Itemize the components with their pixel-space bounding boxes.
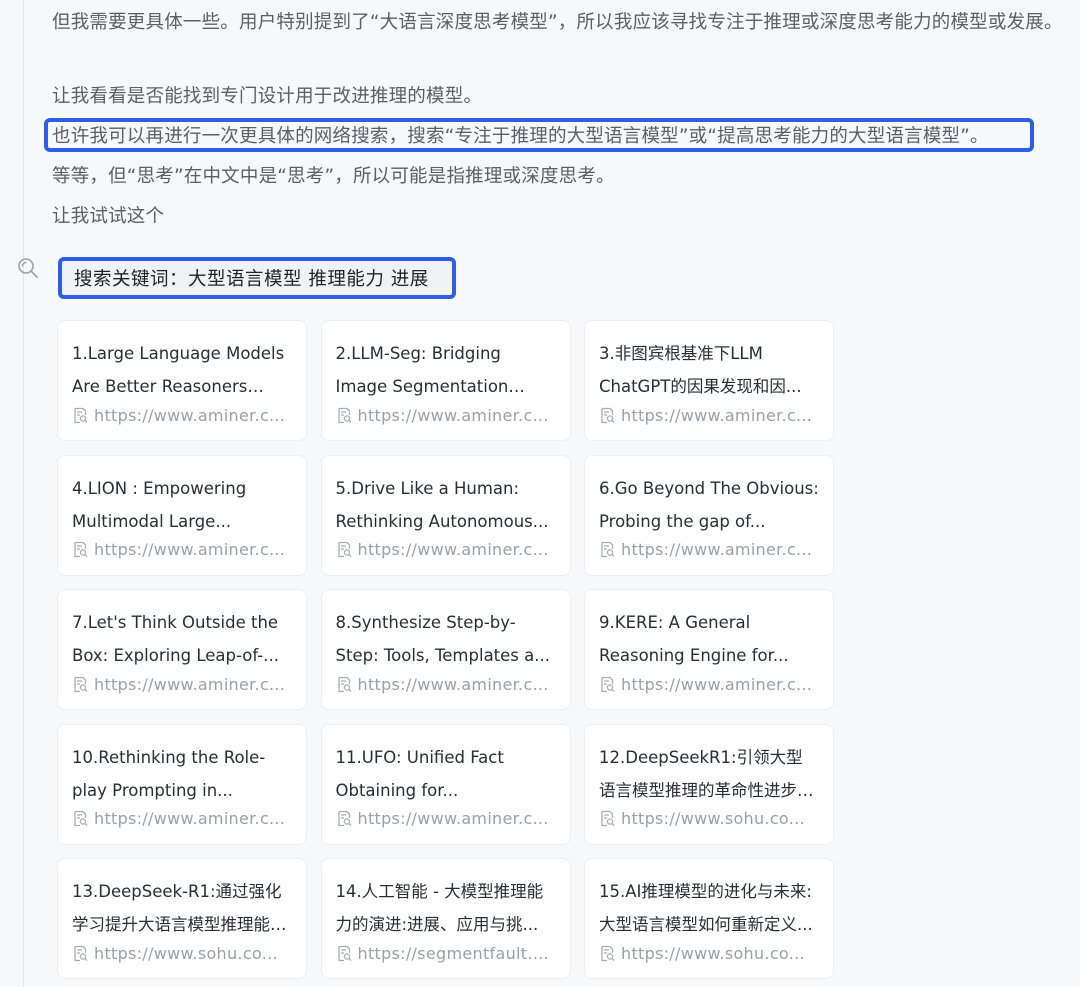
result-url[interactable]: https://www.aminer.c... xyxy=(358,406,549,425)
search-result-card[interactable]: 4.LION : Empowering Multimodal Large... h… xyxy=(57,454,307,576)
search-result-card[interactable]: 9.KERE: A General Reasoning Engine for..… xyxy=(584,589,834,710)
result-title: 12.DeepSeekR1:引领大型语言模型推理的革命性进步_... xyxy=(599,747,803,800)
result-source: https://www.aminer.c... xyxy=(599,403,819,427)
result-title: 4.LION : Empowering Multimodal Large... xyxy=(72,478,247,531)
result-url[interactable]: https://www.aminer.c... xyxy=(621,675,812,694)
document-search-icon xyxy=(601,676,615,692)
thread-divider-line xyxy=(23,0,24,987)
result-url[interactable]: https://www.aminer.c... xyxy=(94,809,285,828)
result-title: 10.Rethinking the Role-play Prompting in… xyxy=(72,747,266,800)
result-title: 5.Drive Like a Human: Rethinking Autonom… xyxy=(335,478,549,531)
document-search-icon xyxy=(74,810,88,827)
reasoning-paragraph: 但我需要更具体一些。用户特别提到了“大语言深度思考模型”，所以我应该寻找专注于推… xyxy=(52,12,1063,33)
result-url[interactable]: https://segmentfault.c... xyxy=(358,944,556,963)
search-result-card[interactable]: 5.Drive Like a Human: Rethinking Autonom… xyxy=(320,454,571,576)
result-source: https://www.aminer.c... xyxy=(72,807,292,831)
search-result-card[interactable]: 14.人工智能 - 大模型推理能力的演进:进展、应用与挑... https://s… xyxy=(320,858,571,979)
result-source: https://www.aminer.c... xyxy=(336,538,556,562)
search-result-card[interactable]: 10.Rethinking the Role-play Prompting in… xyxy=(57,723,307,845)
search-result-card[interactable]: 7.Let's Think Outside the Box: Exploring… xyxy=(57,589,307,710)
result-source: https://segmentfault.c... xyxy=(336,941,556,965)
result-source: https://www.aminer.c... xyxy=(72,538,292,562)
reasoning-paragraph-highlighted: 也许我可以再进行一次更具体的网络搜索，搜索“专注于推理的大型语言模型”或“提高思… xyxy=(52,126,989,147)
document-search-icon xyxy=(601,541,615,558)
search-icon xyxy=(18,258,38,278)
result-title: 15.AI推理模型的进化与未来:大型语言模型如何重新定义... xyxy=(599,882,813,934)
document-search-icon xyxy=(601,810,615,827)
document-search-icon xyxy=(337,676,351,692)
result-source: https://www.aminer.c... xyxy=(336,672,556,696)
result-title: 2.LLM-Seg: Bridging Image Segmentation a… xyxy=(335,344,509,396)
result-url[interactable]: https://www.aminer.c... xyxy=(358,675,549,694)
search-result-card[interactable]: 1.Large Language Models Are Better Reaso… xyxy=(57,320,307,441)
result-source: https://www.sohu.co... xyxy=(599,941,819,965)
result-title: 14.人工智能 - 大模型推理能力的演进:进展、应用与挑... xyxy=(335,882,544,934)
search-result-card[interactable]: 13.DeepSeek-R1:通过强化学习提升大语言模型推理能力... https… xyxy=(57,858,307,979)
search-result-card[interactable]: 11.UFO: Unified Fact Obtaining for... htt… xyxy=(320,723,571,845)
document-search-icon xyxy=(601,407,615,423)
search-result-card[interactable]: 15.AI推理模型的进化与未来:大型语言模型如何重新定义... https://w… xyxy=(584,858,834,979)
search-query-text: 搜索关键词：大型语言模型 推理能力 进展 xyxy=(74,269,429,290)
search-result-card[interactable]: 6.Go Beyond The Obvious: Probing the gap… xyxy=(584,454,834,576)
document-search-icon xyxy=(74,945,88,961)
document-search-icon xyxy=(337,407,351,423)
reasoning-paragraph: 让我试试这个 xyxy=(52,206,165,227)
result-title: 1.Large Language Models Are Better Reaso… xyxy=(72,344,285,396)
search-results-grid: 1.Large Language Models Are Better Reaso… xyxy=(57,320,834,979)
result-source: https://www.sohu.co... xyxy=(72,941,292,965)
search-query-box[interactable]: 搜索关键词：大型语言模型 推理能力 进展 xyxy=(58,257,456,299)
result-title: 11.UFO: Unified Fact Obtaining for... xyxy=(335,747,504,800)
document-search-icon xyxy=(337,810,351,827)
result-source: https://www.sohu.co... xyxy=(599,807,819,831)
result-url[interactable]: https://www.sohu.co... xyxy=(94,944,278,963)
document-search-icon xyxy=(337,541,351,558)
result-source: https://www.aminer.c... xyxy=(336,403,556,427)
result-url[interactable]: https://www.aminer.c... xyxy=(358,809,549,828)
result-url[interactable]: https://www.aminer.c... xyxy=(94,540,285,559)
result-url[interactable]: https://www.sohu.co... xyxy=(621,809,805,828)
document-search-icon xyxy=(74,676,88,692)
result-title: 6.Go Beyond The Obvious: Probing the gap… xyxy=(599,478,819,531)
result-url[interactable]: https://www.aminer.c... xyxy=(94,406,285,425)
document-search-icon xyxy=(74,541,88,558)
result-url[interactable]: https://www.aminer.c... xyxy=(94,675,285,694)
result-url[interactable]: https://www.aminer.c... xyxy=(621,540,812,559)
result-title: 8.Synthesize Step-by-Step: Tools, Templa… xyxy=(335,613,550,665)
search-result-card[interactable]: 12.DeepSeekR1:引领大型语言模型推理的革命性进步_... https:… xyxy=(584,723,834,845)
search-result-card[interactable]: 2.LLM-Seg: Bridging Image Segmentation a… xyxy=(320,320,571,441)
reasoning-paragraph: 让我看看是否能找到专门设计用于改进推理的模型。 xyxy=(52,86,483,107)
result-title: 13.DeepSeek-R1:通过强化学习提升大语言模型推理能力... xyxy=(72,882,282,934)
search-result-card[interactable]: 3.非图宾根基准下LLM ChatGPT的因果发现和因... https://ww… xyxy=(584,320,834,441)
result-url[interactable]: https://www.aminer.c... xyxy=(358,540,549,559)
document-search-icon xyxy=(601,945,615,961)
result-source: https://www.aminer.c... xyxy=(599,538,819,562)
document-search-icon xyxy=(337,945,351,961)
search-result-card[interactable]: 8.Synthesize Step-by-Step: Tools, Templa… xyxy=(320,589,571,710)
chat-reasoning-panel: 但我需要更具体一些。用户特别提到了“大语言深度思考模型”，所以我应该寻找专注于推… xyxy=(0,0,1080,987)
result-source: https://www.aminer.c... xyxy=(72,403,292,427)
result-title: 7.Let's Think Outside the Box: Exploring… xyxy=(72,613,279,665)
result-title: 9.KERE: A General Reasoning Engine for..… xyxy=(599,613,789,665)
reasoning-paragraph: 等等，但“思考”在中文中是“思考”，所以可能是指推理或深度思考。 xyxy=(52,166,615,187)
result-title: 3.非图宾根基准下LLM ChatGPT的因果发现和因... xyxy=(599,344,802,396)
result-url[interactable]: https://www.sohu.co... xyxy=(621,944,805,963)
document-search-icon xyxy=(74,407,88,423)
result-source: https://www.aminer.c... xyxy=(72,672,292,696)
result-url[interactable]: https://www.aminer.c... xyxy=(621,406,812,425)
result-source: https://www.aminer.c... xyxy=(336,807,556,831)
result-source: https://www.aminer.c... xyxy=(599,672,819,696)
